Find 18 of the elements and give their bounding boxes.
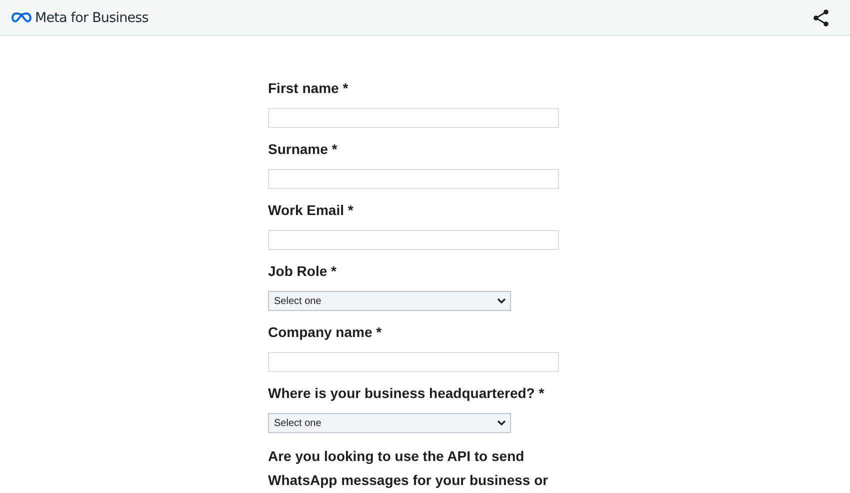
text-field[interactable] [268,230,559,250]
share-icon[interactable] [812,8,830,26]
brand-name: Meta for Business [35,10,148,26]
field-label: Where is your business headquartered? * [268,384,546,403]
chevron-down-icon [497,420,506,426]
field-label: First name * [268,79,350,98]
field-label: Job Role * [268,262,338,281]
text-field[interactable] [268,352,559,372]
text-field[interactable] [268,169,559,189]
select-dropdown[interactable]: Select one [268,413,511,433]
field-label: Work Email * [268,201,354,220]
question-text: Are you looking to use the API to send WhatsApp messages for your business or [268,447,550,490]
field-label: Company name * [268,323,383,342]
text-field[interactable] [268,108,559,128]
field-label: Surname * [268,140,338,159]
chevron-down-icon [497,298,506,304]
select-dropdown[interactable]: Select one [268,291,511,311]
infinity-logo-icon [11,12,32,23]
